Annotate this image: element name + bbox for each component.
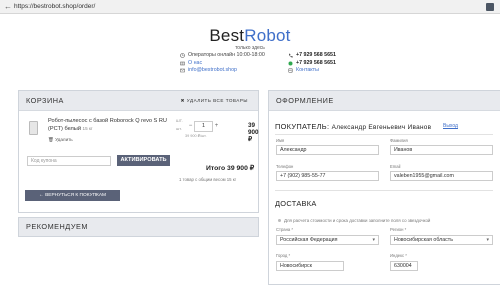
- whatsapp-link[interactable]: +7 929 568 5651: [296, 60, 336, 68]
- qty-unit-label-top: ШТ.: [176, 118, 183, 123]
- checkout-header: ОФОРМЛЕНИЕ: [269, 91, 500, 111]
- remove-item-button[interactable]: 🗑 Удалить: [48, 137, 73, 143]
- email-label: Email: [390, 164, 401, 169]
- cart-title: КОРЗИНА: [26, 96, 64, 105]
- divider: [275, 190, 493, 191]
- divider: [275, 134, 493, 135]
- whatsapp-row[interactable]: +7 929 568 5651: [288, 60, 336, 68]
- logo[interactable]: BestRobot: [0, 26, 500, 46]
- chevron-down-icon: ▾: [486, 237, 489, 243]
- quantity-input[interactable]: 1: [194, 121, 213, 132]
- info-dot-icon: [278, 219, 281, 223]
- phone-field[interactable]: +7 (902) 985-55-77: [276, 171, 379, 181]
- phone-label: Телефон: [276, 164, 294, 169]
- coupon-input[interactable]: Код купона: [27, 156, 111, 166]
- back-to-shopping-button[interactable]: ← ВЕРНУТЬСЯ К ПОКУПКАМ: [25, 190, 120, 201]
- email-link[interactable]: info@bestrobot.shop: [188, 67, 237, 75]
- region-select[interactable]: Новосибирская область ▾: [390, 235, 493, 245]
- trash-icon: 🗑: [48, 137, 54, 142]
- about-link[interactable]: О нас: [188, 60, 202, 68]
- checkout-title: ОФОРМЛЕНИЕ: [276, 96, 334, 105]
- contacts-right: +7 929 568 5651 +7 929 568 5651 Контакты: [288, 52, 336, 75]
- map-icon: [180, 61, 185, 66]
- phone-link[interactable]: +7 929 568 5651: [296, 52, 336, 60]
- country-label: Страна *: [276, 227, 294, 232]
- city-label: Город *: [276, 253, 291, 258]
- first-name-field[interactable]: Александр: [276, 145, 379, 155]
- email-row[interactable]: info@bestrobot.shop: [180, 67, 265, 75]
- cart-header: КОРЗИНА ✖ УДАЛИТЬ ВСЕ ТОВАРЫ: [19, 91, 258, 111]
- activate-coupon-button[interactable]: АКТИВИРОВАТЬ: [117, 155, 170, 166]
- delivery-hint: Для расчета стоимости и срока доставки з…: [278, 218, 430, 223]
- recommend-title: РЕКОМЕНДУЕМ: [26, 222, 88, 231]
- delivery-heading: ДОСТАВКА: [275, 199, 317, 208]
- clear-cart-button[interactable]: ✖ УДАЛИТЬ ВСЕ ТОВАРЫ: [181, 91, 248, 110]
- country-select[interactable]: Российская Федерация ▾: [276, 235, 379, 245]
- site-header: BestRobot только здесь: [0, 26, 500, 51]
- email-field[interactable]: valeben1955@gmail.com: [390, 171, 493, 181]
- first-name-label: Имя: [276, 138, 285, 143]
- index-field[interactable]: 630004: [390, 261, 418, 271]
- url-text[interactable]: https://bestrobot.shop/order/: [14, 0, 95, 14]
- product-weight: 15 кг: [82, 126, 93, 132]
- phone-icon: [289, 54, 293, 58]
- buyer-heading: ПОКУПАТЕЛЬ: Александр Евгеньевич Иванов: [275, 122, 431, 131]
- index-label: Индекс *: [390, 253, 407, 258]
- contacts-left: Операторы онлайн 10:00-18:00 О нас info@…: [180, 52, 265, 75]
- hours-text: Операторы онлайн 10:00-18:00: [188, 52, 265, 58]
- order-summary: 1 товар с общим весом 15 кг: [179, 177, 237, 182]
- last-name-field[interactable]: Иванов: [390, 145, 493, 155]
- decrement-button[interactable]: −: [187, 122, 194, 131]
- contacts-link[interactable]: Контакты: [296, 67, 319, 75]
- contacts-row[interactable]: Контакты: [288, 67, 336, 75]
- close-icon: ✖: [180, 98, 185, 103]
- hours-row: Операторы онлайн 10:00-18:00: [180, 52, 265, 60]
- logo-part-robot: Robot: [244, 26, 291, 45]
- qty-unit-label: ШТ. шт.: [176, 118, 183, 131]
- product-title[interactable]: Робот-пылесос с базой Roborock Q revo S …: [48, 118, 167, 132]
- chevron-down-icon: ▾: [372, 237, 375, 243]
- clear-cart-label: УДАЛИТЬ ВСЕ ТОВАРЫ: [186, 98, 248, 103]
- logout-link[interactable]: Выход: [443, 123, 458, 129]
- product-name[interactable]: Робот-пылесос с базой Roborock Q revo S …: [48, 118, 170, 134]
- city-field[interactable]: Новосибирск: [276, 261, 344, 271]
- about-row[interactable]: О нас: [180, 60, 265, 68]
- tagline: только здесь: [235, 45, 265, 51]
- recommend-panel: РЕКОМЕНДУЕМ: [18, 217, 259, 237]
- contacts-icon: [288, 68, 293, 73]
- recommend-header: РЕКОМЕНДУЕМ: [19, 218, 258, 236]
- buyer-name: Александр Евгеньевич Иванов: [331, 124, 432, 131]
- back-arrow-icon[interactable]: ←: [4, 0, 12, 14]
- clock-icon: [180, 53, 185, 59]
- buyer-label: ПОКУПАТЕЛЬ:: [275, 122, 330, 131]
- region-label: Регион *: [390, 227, 407, 232]
- logo-part-best: Best: [209, 26, 245, 45]
- line-price: 39 900 ₽: [248, 122, 259, 143]
- remove-label: Удалить: [55, 137, 73, 142]
- country-value: Российская Федерация: [280, 237, 338, 243]
- extension-icon[interactable]: [486, 3, 494, 11]
- whatsapp-icon: [288, 61, 293, 66]
- qty-unit-label-bottom: шт.: [176, 126, 182, 131]
- cart-panel: КОРЗИНА ✖ УДАЛИТЬ ВСЕ ТОВАРЫ Робот-пылес…: [18, 90, 259, 213]
- region-value: Новосибирская область: [394, 237, 453, 243]
- quantity-stepper: − 1 +: [187, 121, 220, 132]
- phone-row[interactable]: +7 929 568 5651: [288, 52, 336, 60]
- last-name-label: Фамилия: [390, 138, 408, 143]
- checkout-panel: ОФОРМЛЕНИЕ ПОКУПАТЕЛЬ: Александр Евгенье…: [268, 90, 500, 285]
- browser-address-bar[interactable]: ← https://bestrobot.shop/order/: [0, 0, 500, 14]
- product-image[interactable]: [29, 121, 38, 135]
- increment-button[interactable]: +: [213, 122, 220, 131]
- email-icon: [180, 69, 185, 73]
- unit-price: 39 900 ₽/шт.: [185, 134, 207, 138]
- order-total: Итого 39 900 ₽: [206, 165, 255, 172]
- delivery-hint-text: Для расчета стоимости и срока доставки з…: [284, 218, 431, 223]
